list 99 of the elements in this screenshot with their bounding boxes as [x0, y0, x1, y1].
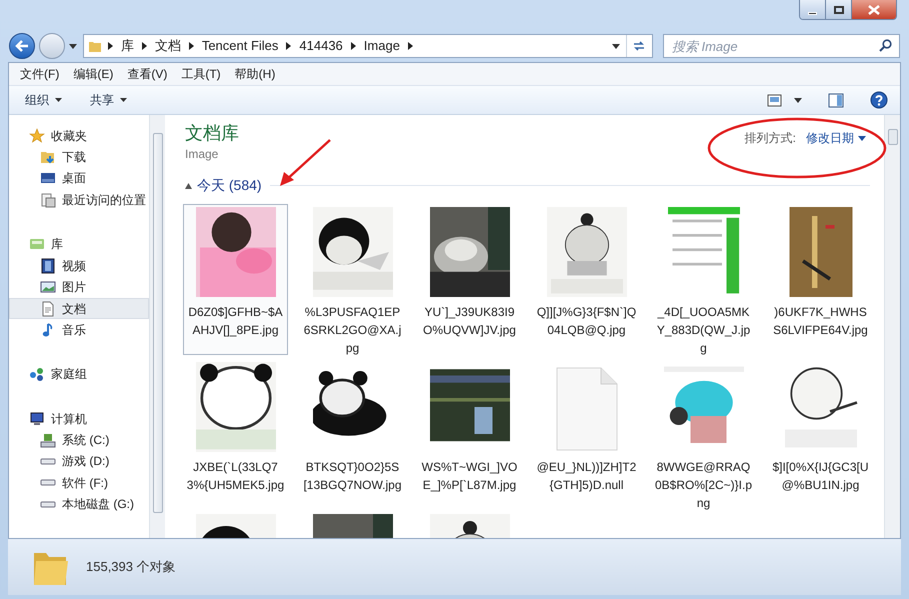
nav-item[interactable]: 文档 [9, 298, 149, 320]
chevron-icon [108, 42, 113, 50]
breadcrumb[interactable]: 414436 [297, 36, 345, 56]
file-name: _4D[_UOOA5MKY_883D(QW_J.jpg [656, 304, 752, 357]
close-button[interactable] [852, 0, 896, 19]
file-item[interactable]: )6UKF7K_HWHSS6LVIFPE64V.jpg [768, 204, 873, 355]
nav-item[interactable]: 本地磁盘 (G:) [9, 494, 149, 515]
preview-pane-icon[interactable] [828, 92, 844, 108]
nav-group[interactable]: 收藏夹 [9, 125, 149, 146]
address-bar[interactable]: 库 文档 Tencent Files 414436 Image [82, 34, 653, 58]
file-item[interactable]: D6Z0$]GFHB~$AAHJV[]_8PE.jpg [183, 204, 288, 355]
breadcrumb[interactable]: Image [362, 36, 402, 56]
menu-item[interactable]: 帮助(H) [228, 65, 282, 83]
dropdown-icon [120, 98, 127, 102]
file-item[interactable]: WS%T~WGI_]VOE_]%P[`L87M.jpg [417, 359, 522, 510]
file-item[interactable]: BTKSQT}0O2}5S[13BGQ7NOW.jpg [300, 359, 405, 510]
menu-item[interactable]: 文件(F) [13, 65, 66, 83]
file-item[interactable]: $]I[0%X{IJ{GC3[U@%BU1IN.jpg [768, 359, 873, 510]
file-name: YU`]_J39UK83I9O%UQVW]JV.jpg [422, 304, 517, 339]
chevron-icon [350, 42, 356, 50]
drive-icon [40, 500, 56, 508]
nav-item[interactable]: 软件 (F:) [9, 472, 149, 494]
file-name: JXBE(`L(33LQ73%{UH5MEK5.jpg [186, 459, 286, 494]
back-arrow-icon [14, 40, 29, 52]
document-icon [40, 300, 56, 316]
file-item[interactable]: Q]][J%G}3{F$N`]Q04LQB@Q.jpg [534, 204, 639, 355]
nav-item[interactable]: 最近访问的位置 [9, 189, 149, 211]
nav-item[interactable]: 桌面 [9, 168, 149, 190]
file-item[interactable]: %L3PUSFAQ1EP6SRKL2GO@XA.jpg [300, 204, 405, 355]
star-icon [29, 128, 45, 144]
nav-item[interactable]: 视频 [9, 254, 149, 276]
nav-item[interactable]: 图片 [9, 276, 149, 298]
view-icon[interactable] [767, 94, 782, 106]
file-item[interactable]: JXBE(`L(33LQ73%{UH5MEK5.jpg [183, 359, 288, 510]
library-title: 文档库 [185, 122, 239, 145]
file-name: $]I[0%X{IJ{GC3[U@%BU1IN.jpg [771, 459, 870, 494]
dropdown-icon[interactable] [612, 44, 620, 48]
nav-group[interactable]: 家庭组 [9, 364, 149, 385]
dropdown-icon[interactable] [68, 44, 77, 48]
library-subtitle: Image [185, 146, 220, 163]
computer-icon [29, 410, 45, 427]
picture-icon [40, 279, 56, 296]
arrange-dropdown[interactable]: 修改日期 [806, 129, 866, 147]
scrollbar[interactable] [884, 115, 900, 538]
system-drive-icon [40, 432, 56, 448]
nav-group[interactable]: 库 [9, 234, 149, 255]
file-name: Q]][J%G}3{F$N`]Q04LQB@Q.jpg [536, 304, 636, 339]
menu-item[interactable]: 编辑(E) [66, 65, 120, 83]
maximize-button[interactable] [826, 0, 852, 19]
nav-item[interactable]: 游戏 (D:) [9, 450, 149, 472]
blank-file-icon [554, 366, 618, 452]
chevron-icon [188, 42, 194, 50]
file-name: BTKSQT}0O2}5S[13BGQ7NOW.jpg [302, 459, 402, 494]
file-item[interactable]: _4D[_UOOA5MKY_883D(QW_J.jpg [651, 204, 756, 355]
drive-icon [40, 479, 56, 486]
file-name: WS%T~WGI_]VOE_]%P[`L87M.jpg [420, 459, 518, 494]
file-name: 8WWGE@RRAQ0B$RO%[2C~)}I.png [654, 459, 754, 512]
back-button[interactable] [9, 33, 35, 59]
file-name: D6Z0$]GFHB~$AAHJV[]_8PE.jpg [187, 304, 284, 339]
chevron-icon [408, 42, 413, 50]
breadcrumb[interactable]: Tencent Files [200, 36, 280, 56]
search-field[interactable]: 搜索 Image [662, 34, 900, 58]
network-icon [29, 366, 45, 382]
breadcrumb[interactable]: 库 [118, 36, 136, 56]
film-icon [40, 258, 56, 274]
group-header[interactable]: 今天 (584) [185, 175, 262, 196]
download-folder-icon [40, 149, 56, 166]
chevron-icon [142, 42, 147, 50]
chevron-icon [286, 42, 292, 50]
nav-item[interactable]: 音乐 [9, 319, 149, 341]
minimize-button[interactable] [800, 0, 826, 19]
folder-icon [88, 39, 102, 53]
breadcrumb[interactable]: 文档 [152, 36, 183, 56]
menu-item[interactable]: 工具(T) [174, 65, 228, 83]
dropdown-icon [858, 136, 866, 140]
arrange-label: 排列方式: [744, 130, 796, 147]
dropdown-icon[interactable] [794, 98, 802, 102]
toolbar-button[interactable]: 组织 [17, 89, 70, 111]
nav-group[interactable]: 计算机 [9, 408, 149, 430]
toolbar-button[interactable]: 共享 [82, 89, 135, 111]
file-name: %L3PUSFAQ1EP6SRKL2GO@XA.jpg [302, 304, 402, 357]
file-name: )6UKF7K_HWHSS6LVIFPE64V.jpg [772, 304, 869, 339]
menu-item[interactable]: 查看(V) [120, 65, 174, 83]
search-icon [879, 39, 892, 52]
file-item[interactable]: @EU_}NL))]ZH]T2{GTH]5)D.null [534, 359, 639, 510]
file-item[interactable]: 8WWGE@RRAQ0B$RO%[2C~)}I.png [651, 359, 756, 510]
scrollbar[interactable] [149, 115, 165, 538]
file-name: @EU_}NL))]ZH]T2{GTH]5)D.null [536, 459, 636, 494]
dropdown-icon [55, 98, 62, 102]
close-icon [868, 4, 880, 14]
object-count: 155,393 个对象 [86, 558, 176, 576]
refresh-icon [632, 40, 646, 52]
drive-icon [40, 458, 56, 465]
nav-item[interactable]: 系统 (C:) [9, 429, 149, 451]
recent-places-icon [40, 192, 56, 208]
file-item[interactable]: YU`]_J39UK83I9O%UQVW]JV.jpg [417, 204, 522, 355]
help-icon[interactable] [870, 91, 888, 109]
collapse-icon [185, 182, 192, 189]
nav-item[interactable]: 下载 [9, 146, 149, 168]
